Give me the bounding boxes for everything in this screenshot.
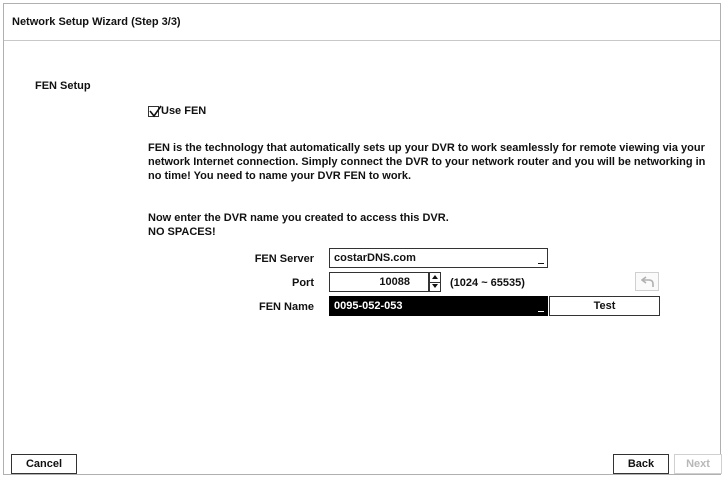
- window-title: Network Setup Wizard (Step 3/3): [12, 16, 181, 28]
- fen-instructions: Now enter the DVR name you created to ac…: [148, 211, 718, 239]
- arrow-down-icon: [432, 284, 438, 288]
- fen-description: FEN is the technology that automatically…: [148, 142, 706, 182]
- network-setup-wizard-window: Network Setup Wizard (Step 3/3) FEN Setu…: [3, 3, 722, 475]
- title-bar: Network Setup Wizard (Step 3/3): [4, 4, 720, 41]
- reset-button[interactable]: [635, 272, 659, 291]
- fen-name-label: FEN Name: [258, 301, 314, 313]
- port-label: Port: [292, 277, 314, 289]
- section-title: FEN Setup: [35, 80, 91, 92]
- arrow-up-icon: [432, 275, 438, 279]
- cancel-button[interactable]: Cancel: [11, 454, 77, 474]
- port-input[interactable]: 10088: [329, 272, 441, 292]
- undo-arrow-icon: [641, 276, 654, 287]
- text-cursor: [538, 263, 544, 264]
- back-button[interactable]: Back: [613, 454, 669, 474]
- port-range-note: (1024 ~ 65535): [450, 277, 525, 289]
- fen-server-label: FEN Server: [254, 253, 314, 265]
- use-fen-checkbox[interactable]: [148, 105, 162, 117]
- instruction-line-2: NO SPACES!: [148, 226, 216, 238]
- port-decrement-button[interactable]: [430, 282, 440, 291]
- fen-name-value: 0095-052-053: [334, 300, 403, 312]
- fen-server-input[interactable]: costarDNS.com: [329, 248, 548, 268]
- instruction-line-1: Now enter the DVR name you created to ac…: [148, 212, 449, 224]
- port-stepper[interactable]: [429, 272, 441, 292]
- port-value: 10088: [379, 276, 410, 288]
- text-cursor: [538, 311, 544, 312]
- fen-server-value: costarDNS.com: [334, 252, 416, 264]
- next-button[interactable]: Next: [674, 454, 722, 474]
- test-button[interactable]: Test: [549, 296, 660, 316]
- fen-name-input[interactable]: 0095-052-053: [329, 296, 548, 316]
- use-fen-label: Use FEN: [161, 105, 207, 117]
- checkmark-icon: [149, 105, 162, 117]
- use-fen-checkbox-row[interactable]: Use FEN: [148, 105, 206, 117]
